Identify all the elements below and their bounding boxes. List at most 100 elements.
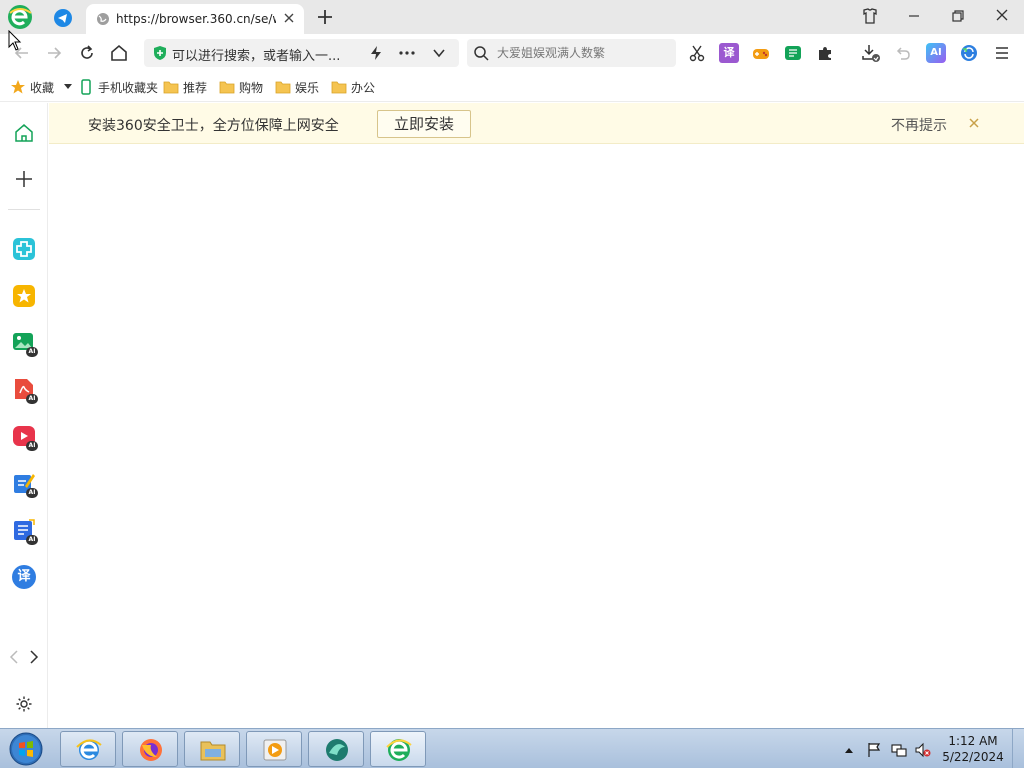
bookmarks-bar: 收藏 手机收藏夹 推荐 购物 娱乐 办公 — [0, 72, 1024, 102]
sidebar-ai-pdf[interactable]: AI — [12, 377, 38, 404]
windows-start-icon[interactable] — [6, 731, 46, 767]
taskbar-internet-explorer[interactable] — [60, 731, 116, 767]
sidebar-add-icon[interactable] — [12, 167, 36, 191]
ai-badge: AI — [26, 347, 38, 357]
sidebar-health-icon[interactable] — [12, 237, 36, 261]
ai-assistant-icon[interactable]: AI — [926, 43, 946, 63]
bookmark-mobile[interactable]: 手机收藏夹 — [78, 79, 158, 95]
pinned-tab-telegram-icon[interactable] — [52, 7, 74, 29]
ai-badge: AI — [26, 394, 38, 404]
360-browser-logo-icon[interactable] — [7, 4, 33, 30]
address-bar[interactable]: 可以进行搜索，或者输入一... — [144, 39, 459, 67]
sidebar-ai-document[interactable]: AI — [12, 518, 38, 545]
install-notice-bar: 安装360安全卫士，全方位保障上网安全 立即安装 不再提示 — [49, 103, 1024, 144]
system-clock[interactable]: 1:12 AM 5/22/2024 — [938, 733, 1008, 765]
game-extension-icon[interactable] — [751, 43, 771, 63]
tab-active[interactable]: https://browser.360.cn/se/welcome — [86, 4, 304, 34]
action-center-flag-icon[interactable] — [866, 742, 882, 758]
settings-gear-icon[interactable] — [15, 695, 33, 713]
reader-extension-icon[interactable] — [783, 43, 803, 63]
chevron-right-icon[interactable] — [28, 650, 40, 664]
mouse-cursor-icon — [8, 30, 22, 51]
360-browser-icon — [386, 739, 412, 761]
sidebar-home-icon[interactable] — [12, 121, 36, 145]
chevron-down-icon[interactable] — [64, 84, 72, 90]
ai-badge: AI — [26, 488, 38, 498]
lightning-icon[interactable] — [368, 45, 384, 61]
security-shield-icon[interactable] — [152, 45, 168, 61]
internet-explorer-icon — [76, 739, 102, 760]
new-tab-icon[interactable] — [316, 8, 334, 26]
bookmark-label: 办公 — [351, 80, 376, 95]
file-explorer-icon — [200, 741, 226, 761]
sidebar-favorites-icon[interactable] — [12, 284, 36, 308]
close-window-icon[interactable] — [991, 6, 1013, 26]
show-desktop-button[interactable] — [1012, 729, 1024, 768]
sidebar-ai-image[interactable]: AI — [12, 330, 38, 357]
skin-icon[interactable] — [859, 6, 881, 26]
sidebar-ai-video[interactable]: AI — [12, 424, 38, 451]
ai-badge: AI — [26, 441, 38, 451]
bookmark-favorites[interactable]: 收藏 — [10, 79, 54, 95]
minimize-icon[interactable] — [903, 6, 925, 26]
bookmark-label: 手机收藏夹 — [98, 80, 159, 95]
chevron-down-icon[interactable] — [431, 45, 447, 61]
taskbar-file-explorer[interactable] — [184, 731, 240, 767]
install-now-button[interactable]: 立即安装 — [377, 110, 471, 138]
star-icon — [11, 80, 25, 94]
bookmark-folder-office[interactable]: 办公 — [331, 79, 375, 95]
bookmark-label: 推荐 — [183, 80, 208, 95]
search-box[interactable] — [467, 39, 676, 67]
bookmark-folder-shopping[interactable]: 购物 — [219, 79, 263, 95]
home-icon[interactable] — [109, 43, 129, 63]
download-icon[interactable] — [861, 43, 881, 63]
restore-icon[interactable] — [947, 6, 969, 26]
scissors-icon[interactable] — [687, 43, 707, 63]
volume-muted-icon[interactable] — [915, 742, 931, 758]
sidebar-translate-icon[interactable]: 译 — [12, 565, 36, 589]
close-notice-icon[interactable] — [967, 116, 981, 130]
toolbar: 可以进行搜索，或者输入一... 译 — [0, 34, 1024, 72]
search-icon — [474, 46, 489, 61]
media-player-icon — [263, 739, 287, 761]
search-input[interactable] — [497, 41, 672, 65]
folder-icon — [163, 81, 179, 94]
sync-extension-icon[interactable] — [959, 43, 979, 63]
address-text[interactable]: 可以进行搜索，或者输入一... — [172, 45, 340, 64]
puzzle-icon[interactable] — [815, 43, 835, 63]
bookmark-label: 收藏 — [30, 80, 55, 95]
tray-expand-icon[interactable] — [843, 742, 855, 758]
sidebar-divider — [8, 209, 40, 210]
dont-remind-button[interactable]: 不再提示 — [891, 115, 947, 135]
ai-badge: AI — [26, 535, 38, 545]
tab-strip: https://browser.360.cn/se/welcome — [0, 0, 1024, 34]
bookmark-folder-entertainment[interactable]: 娱乐 — [275, 79, 319, 95]
taskbar-360-browser[interactable] — [370, 731, 426, 767]
bookmark-label: 娱乐 — [295, 80, 320, 95]
forward-icon[interactable] — [44, 43, 64, 63]
network-icon[interactable] — [891, 742, 907, 758]
phone-icon — [81, 79, 91, 95]
notice-message: 安装360安全卫士，全方位保障上网安全 — [88, 118, 339, 134]
more-icon[interactable] — [398, 45, 416, 61]
reload-icon[interactable] — [77, 43, 97, 63]
folder-icon — [275, 81, 291, 94]
menu-icon[interactable] — [992, 43, 1012, 63]
folder-icon — [219, 81, 235, 94]
taskbar-firefox[interactable] — [122, 731, 178, 767]
taskbar: 1:12 AM 5/22/2024 — [0, 728, 1024, 768]
taskbar-media-player[interactable] — [246, 731, 302, 767]
translate-extension-icon[interactable]: 译 — [719, 43, 739, 63]
taskbar-app-teal[interactable] — [308, 731, 364, 767]
sidebar-ai-write[interactable]: AI — [12, 471, 38, 498]
bookmark-label: 购物 — [239, 80, 264, 95]
sidebar: AI AI AI AI AI 译 — [0, 103, 48, 728]
undo-icon[interactable] — [893, 43, 913, 63]
page-content — [49, 145, 1024, 728]
close-tab-icon[interactable] — [282, 11, 296, 25]
app-teal-icon — [326, 739, 348, 761]
chevron-left-icon[interactable] — [8, 650, 20, 664]
bookmark-folder-recommend[interactable]: 推荐 — [163, 79, 207, 95]
clock-time: 1:12 AM — [948, 734, 998, 748]
folder-icon — [331, 81, 347, 94]
